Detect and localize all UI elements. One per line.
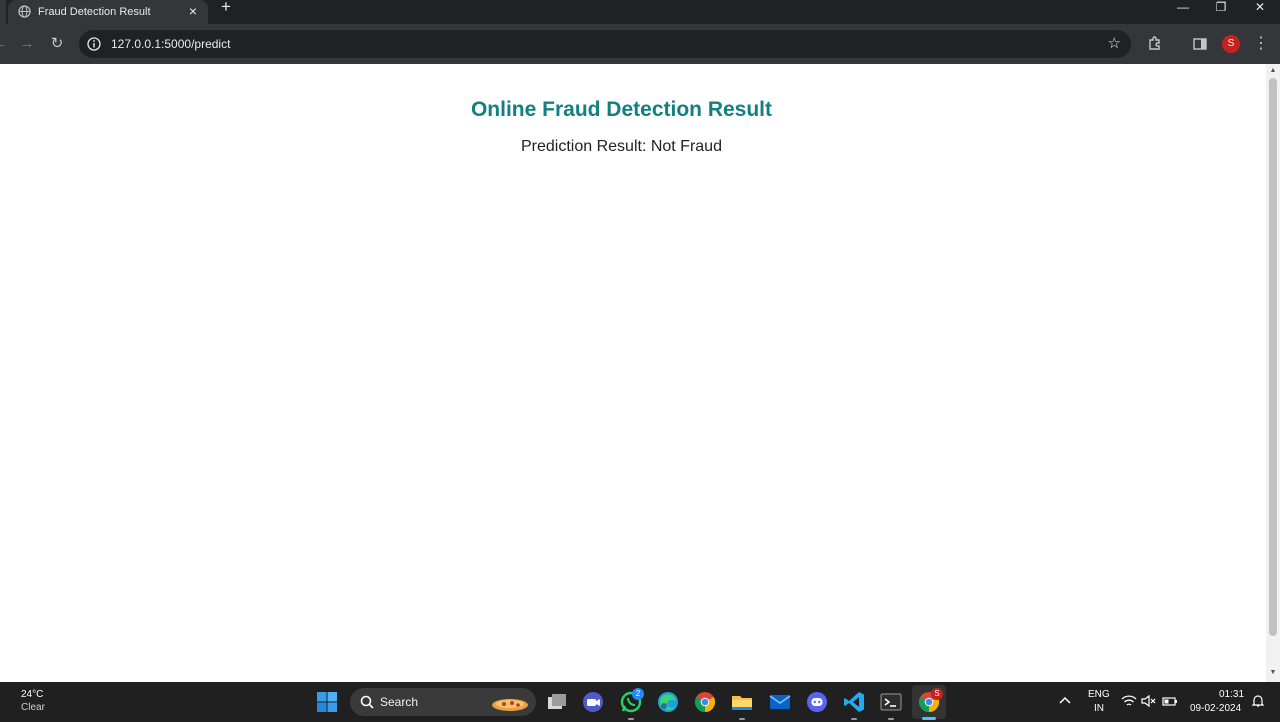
file-explorer-icon[interactable]: [730, 690, 754, 714]
tab-fraud-detection-result[interactable]: Fraud Detection Result ×: [8, 0, 208, 24]
discord-icon[interactable]: [805, 690, 829, 714]
language-indicator[interactable]: ENG: [1088, 689, 1110, 700]
previous-tab-edge[interactable]: [0, 0, 6, 24]
terminal-running-indicator: [888, 718, 894, 720]
keyboard-layout-indicator[interactable]: IN: [1094, 703, 1104, 714]
side-panel-icon[interactable]: [1192, 36, 1208, 52]
battery-icon[interactable]: [1162, 694, 1178, 708]
volume-muted-icon[interactable]: [1141, 694, 1157, 708]
site-info-icon[interactable]: [87, 37, 101, 51]
prediction-result: Prediction Result: Not Fraud: [521, 138, 722, 155]
back-button[interactable]: ←: [0, 34, 10, 54]
restore-button[interactable]: ❐: [1201, 0, 1241, 16]
whatsapp-notification-badge: 2: [632, 688, 644, 700]
minimize-button[interactable]: —: [1163, 0, 1203, 16]
weather-condition[interactable]: Clear: [21, 702, 45, 713]
scroll-down-arrow[interactable]: ▼: [1269, 669, 1277, 677]
page-scrollbar[interactable]: ▲ ▼: [1266, 64, 1280, 682]
windows-taskbar: 24°C Clear Search 2 S ENG IN 01:31 09-02…: [0, 682, 1280, 722]
search-icon: [360, 695, 374, 709]
globe-icon: [18, 5, 31, 18]
browser-tab-strip: Fraud Detection Result × + — ❐ ✕: [0, 0, 1280, 24]
search-label: Search: [380, 695, 419, 709]
windows-start-icon[interactable]: [316, 691, 338, 713]
profile-avatar[interactable]: S: [1222, 35, 1240, 53]
notification-bell-icon[interactable]: [1250, 694, 1266, 708]
wifi-icon[interactable]: [1121, 694, 1137, 708]
weather-temperature[interactable]: 24°C: [21, 689, 43, 700]
chevron-up-icon[interactable]: [1058, 694, 1072, 708]
mail-icon[interactable]: [768, 690, 792, 714]
search-highlight-pizza-icon: [492, 699, 528, 711]
task-view-icon[interactable]: [545, 690, 569, 714]
bookmark-star-icon[interactable]: ☆: [1108, 35, 1121, 53]
vscode-icon[interactable]: [842, 690, 866, 714]
forward-button[interactable]: →: [17, 34, 37, 54]
page-title: Online Fraud Detection Result: [470, 98, 773, 121]
chrome-active-indicator: [922, 717, 936, 720]
zoom-meeting-icon[interactable]: [581, 690, 605, 714]
extensions-puzzle-icon[interactable]: [1147, 36, 1163, 52]
clock-date[interactable]: 09-02-2024: [1190, 703, 1241, 714]
scroll-up-arrow[interactable]: ▲: [1269, 67, 1277, 75]
tab-title: Fraud Detection Result: [38, 6, 151, 18]
moon-weather-icon[interactable]: [0, 691, 14, 711]
taskbar-search-box[interactable]: Search: [350, 688, 536, 716]
tab-close-button[interactable]: ×: [186, 3, 200, 19]
vscode-running-indicator: [851, 718, 857, 720]
terminal-icon[interactable]: [879, 690, 903, 714]
edge-icon[interactable]: [656, 690, 680, 714]
new-tab-button[interactable]: +: [216, 0, 236, 22]
chrome-icon[interactable]: [693, 690, 717, 714]
chrome-profile-badge: S: [931, 688, 943, 700]
address-bar[interactable]: 127.0.0.1:5000/predict ☆: [79, 30, 1131, 58]
page-content: Online Fraud Detection Result Prediction…: [0, 64, 1266, 682]
url-text[interactable]: 127.0.0.1:5000/predict: [111, 37, 230, 51]
browser-toolbar: ← → ↻ 127.0.0.1:5000/predict ☆ S ⋮: [0, 24, 1280, 64]
explorer-running-indicator: [739, 718, 745, 720]
reload-button[interactable]: ↻: [47, 34, 67, 54]
clock-time[interactable]: 01:31: [1219, 689, 1244, 700]
browser-menu-button[interactable]: ⋮: [1251, 34, 1271, 54]
close-window-button[interactable]: ✕: [1240, 0, 1280, 16]
whatsapp-running-indicator: [628, 718, 634, 720]
scrollbar-thumb[interactable]: [1269, 78, 1277, 636]
